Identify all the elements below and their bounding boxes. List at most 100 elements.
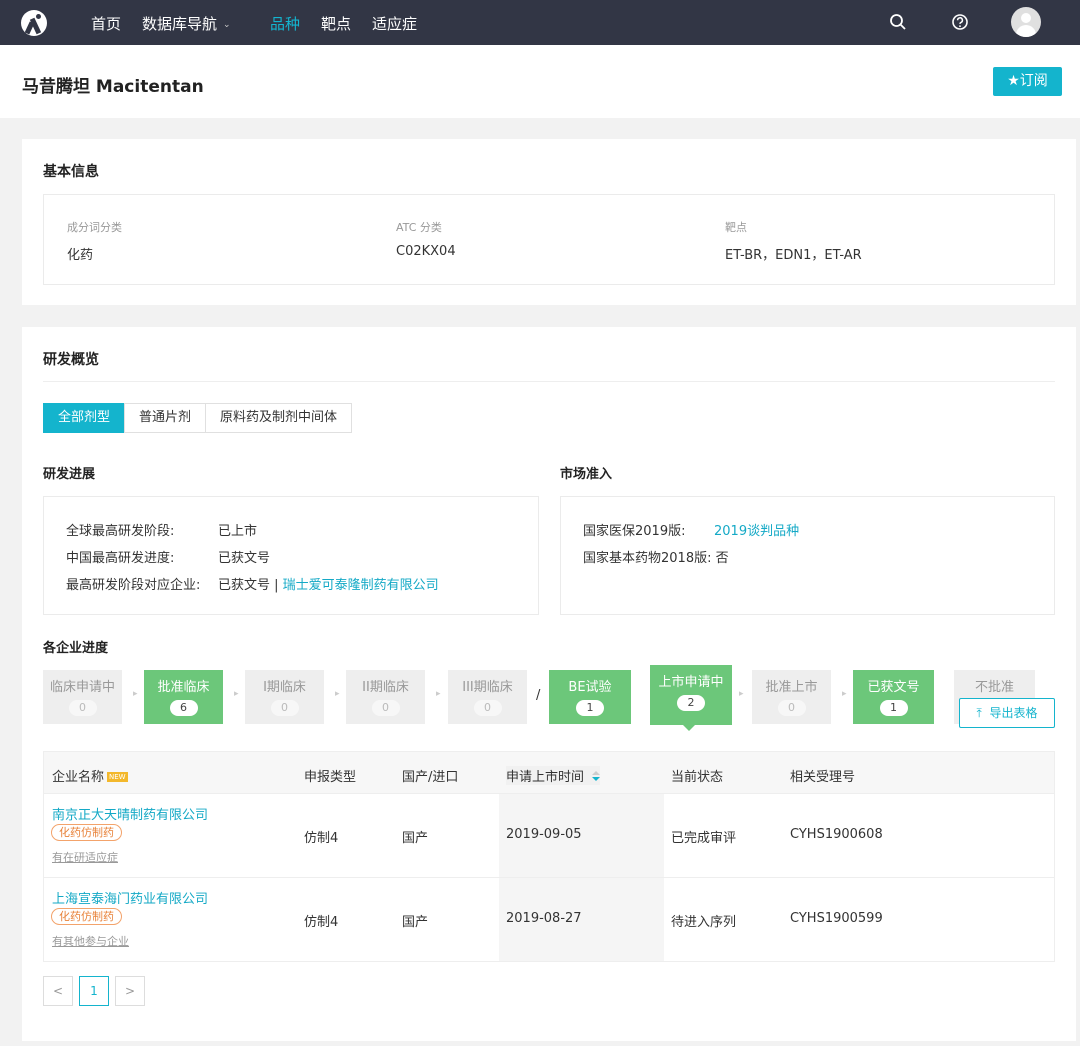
company-name-link[interactable]: 上海宣泰海门药业有限公司 bbox=[52, 888, 208, 907]
stage-count: 0 bbox=[68, 700, 97, 716]
th-label: 申请上市时间 bbox=[506, 770, 585, 785]
field-label-atc: ATC 分类 bbox=[396, 221, 442, 234]
nav-database[interactable]: 数据库导航 ⌄ bbox=[142, 13, 231, 34]
stage-phase-2[interactable]: II期临床 0 bbox=[346, 670, 425, 724]
cell-origin: 国产 bbox=[402, 915, 429, 930]
stage-licensed[interactable]: 已获文号 1 bbox=[853, 670, 934, 724]
company-link[interactable]: 瑞士爱可泰隆制药有限公司 bbox=[283, 578, 439, 593]
progress-row-company: 最高研发阶段对应企业: 已获文号 | 瑞士爱可泰隆制药有限公司 bbox=[66, 574, 439, 593]
th-type: 申报类型 bbox=[304, 770, 357, 785]
rd-overview-card: 研发概览 全部剂型 普通片剂 原料药及制剂中间体 研发进展 全球最高研发阶段: 已… bbox=[22, 327, 1076, 1041]
stage-count: 1 bbox=[879, 700, 908, 716]
pagination-page-1[interactable]: 1 bbox=[79, 976, 109, 1006]
th-label: 企业名称 bbox=[52, 770, 105, 785]
stage-name: 批准上市 bbox=[765, 680, 818, 695]
th-acceptance: 相关受理号 bbox=[790, 770, 856, 785]
row-sub-link[interactable]: 有其他参与企业 bbox=[52, 933, 129, 949]
stage-clinical-application[interactable]: 临床申请中 0 bbox=[43, 670, 122, 724]
company-table: 企业名称 NEW 申报类型 国产/进口 申请上市时间 当前状态 相关受理号 南京正… bbox=[43, 751, 1055, 962]
field-value-atc: C02KX04 bbox=[396, 244, 456, 259]
kv-key: 国家基本药物2018版: bbox=[583, 551, 712, 566]
title-bar: 马昔腾坦 Macitentan ★订阅 bbox=[0, 45, 1080, 118]
sort-icon[interactable] bbox=[592, 771, 601, 783]
basic-info-card: 基本信息 成分词分类 化药 ATC 分类 C02KX04 靶点 ET-BR，ED… bbox=[22, 139, 1076, 305]
cell-type: 仿制4 bbox=[304, 915, 339, 930]
acceptance-link[interactable]: CYHS1900608 bbox=[790, 827, 883, 842]
kv-key: 国家医保2019版: bbox=[583, 524, 686, 539]
export-table-button[interactable]: ⤒ 导出表格 bbox=[959, 698, 1055, 728]
th-date[interactable]: 申请上市时间 bbox=[506, 766, 601, 785]
brand-logo[interactable] bbox=[21, 10, 47, 36]
row-sub-link[interactable]: 有在研适应症 bbox=[52, 849, 118, 865]
stage-name: BE试验 bbox=[568, 680, 612, 695]
rd-overview-title: 研发概览 bbox=[43, 352, 99, 368]
drug-type-tag: 化药仿制药 bbox=[51, 824, 122, 841]
progress-row-global: 全球最高研发阶段: 已上市 bbox=[66, 520, 257, 539]
cell-status: 待进入序列 bbox=[671, 915, 737, 930]
stage-count: 2 bbox=[677, 695, 705, 711]
stage-count: 6 bbox=[169, 700, 198, 716]
stage-be-trial[interactable]: BE试验 1 bbox=[549, 670, 631, 724]
pagination-prev[interactable]: < bbox=[43, 976, 73, 1006]
company-name-link[interactable]: 南京正大天晴制药有限公司 bbox=[52, 804, 208, 823]
insurance-link[interactable]: 2019谈判品种 bbox=[714, 524, 799, 539]
table-header: 企业名称 NEW 申报类型 国产/进口 申请上市时间 当前状态 相关受理号 bbox=[44, 752, 1054, 794]
stage-name: I期临床 bbox=[263, 680, 306, 695]
chevron-right-icon: ▸ bbox=[133, 689, 138, 699]
th-company: 企业名称 NEW bbox=[52, 766, 128, 785]
nav-database-label: 数据库导航 bbox=[142, 15, 218, 33]
tab-tablet[interactable]: 普通片剂 bbox=[124, 403, 207, 433]
cell-origin: 国产 bbox=[402, 831, 429, 846]
tab-all-dosage[interactable]: 全部剂型 bbox=[43, 403, 126, 433]
kv-value: 已获文号 | bbox=[218, 578, 279, 593]
chevron-right-icon: ▸ bbox=[739, 689, 744, 699]
nav-target[interactable]: 靶点 bbox=[321, 13, 351, 34]
stage-market-application[interactable]: 上市申请中 2 bbox=[650, 665, 732, 731]
chevron-down-icon: ⌄ bbox=[223, 20, 231, 30]
stage-name: 临床申请中 bbox=[49, 680, 115, 695]
page-title: 马昔腾坦 Macitentan bbox=[22, 77, 204, 97]
tab-api-intermediate[interactable]: 原料药及制剂中间体 bbox=[205, 403, 353, 433]
field-label-category: 成分词分类 bbox=[67, 221, 122, 234]
export-icon: ⤒ bbox=[976, 706, 982, 720]
stage-name: II期临床 bbox=[362, 680, 409, 695]
stage-clinical-approved[interactable]: 批准临床 6 bbox=[144, 670, 223, 724]
progress-title: 研发进展 bbox=[43, 467, 96, 482]
top-nav: 首页 数据库导航 ⌄ 品种 靶点 适应症 bbox=[0, 0, 1080, 45]
dosage-tabs: 全部剂型 普通片剂 原料药及制剂中间体 bbox=[43, 403, 353, 433]
stage-name: 上市申请中 bbox=[658, 675, 724, 690]
stage-phase-3[interactable]: III期临床 0 bbox=[448, 670, 527, 724]
stage-count: 0 bbox=[473, 700, 502, 716]
new-badge: NEW bbox=[107, 772, 128, 782]
kv-value: 已获文号 bbox=[218, 551, 271, 566]
help-icon[interactable] bbox=[950, 12, 970, 32]
nav-variety[interactable]: 品种 bbox=[270, 13, 300, 34]
nav-indication[interactable]: 适应症 bbox=[372, 13, 417, 34]
chevron-right-icon: ▸ bbox=[436, 689, 441, 699]
chevron-right-icon: ▸ bbox=[234, 689, 239, 699]
drug-type-tag: 化药仿制药 bbox=[51, 908, 122, 925]
progress-box: 全球最高研发阶段: 已上市 中国最高研发进度: 已获文号 最高研发阶段对应企业: 已获… bbox=[43, 496, 539, 615]
divider bbox=[43, 381, 1055, 382]
field-value-category: 化药 bbox=[67, 248, 94, 263]
nav-home[interactable]: 首页 bbox=[91, 13, 121, 34]
stage-count: 0 bbox=[371, 700, 400, 716]
stage-market-approved[interactable]: 批准上市 0 bbox=[752, 670, 831, 724]
kv-value: 否 bbox=[715, 551, 729, 566]
chevron-right-icon: ▸ bbox=[335, 689, 340, 699]
market-box: 国家医保2019版: 2019谈判品种 国家基本药物2018版: 否 bbox=[560, 496, 1055, 615]
subscribe-button[interactable]: ★订阅 bbox=[993, 67, 1062, 96]
search-icon[interactable] bbox=[888, 12, 908, 32]
market-row-insurance: 国家医保2019版: 2019谈判品种 bbox=[583, 520, 799, 539]
market-title: 市场准入 bbox=[560, 467, 613, 482]
stage-phase-1[interactable]: I期临床 0 bbox=[245, 670, 324, 724]
avatar[interactable] bbox=[1011, 7, 1041, 37]
kv-key: 全球最高研发阶段: bbox=[66, 524, 175, 539]
acceptance-link[interactable]: CYHS1900599 bbox=[790, 911, 883, 926]
chevron-right-icon: ▸ bbox=[842, 689, 847, 699]
stage-name: 已获文号 bbox=[867, 680, 920, 695]
basic-info-box: 成分词分类 化药 ATC 分类 C02KX04 靶点 ET-BR，EDN1，ET… bbox=[43, 194, 1055, 285]
pipeline-title: 各企业进度 bbox=[43, 641, 109, 656]
cell-date: 2019-09-05 bbox=[506, 827, 582, 842]
pagination-next[interactable]: > bbox=[115, 976, 145, 1006]
